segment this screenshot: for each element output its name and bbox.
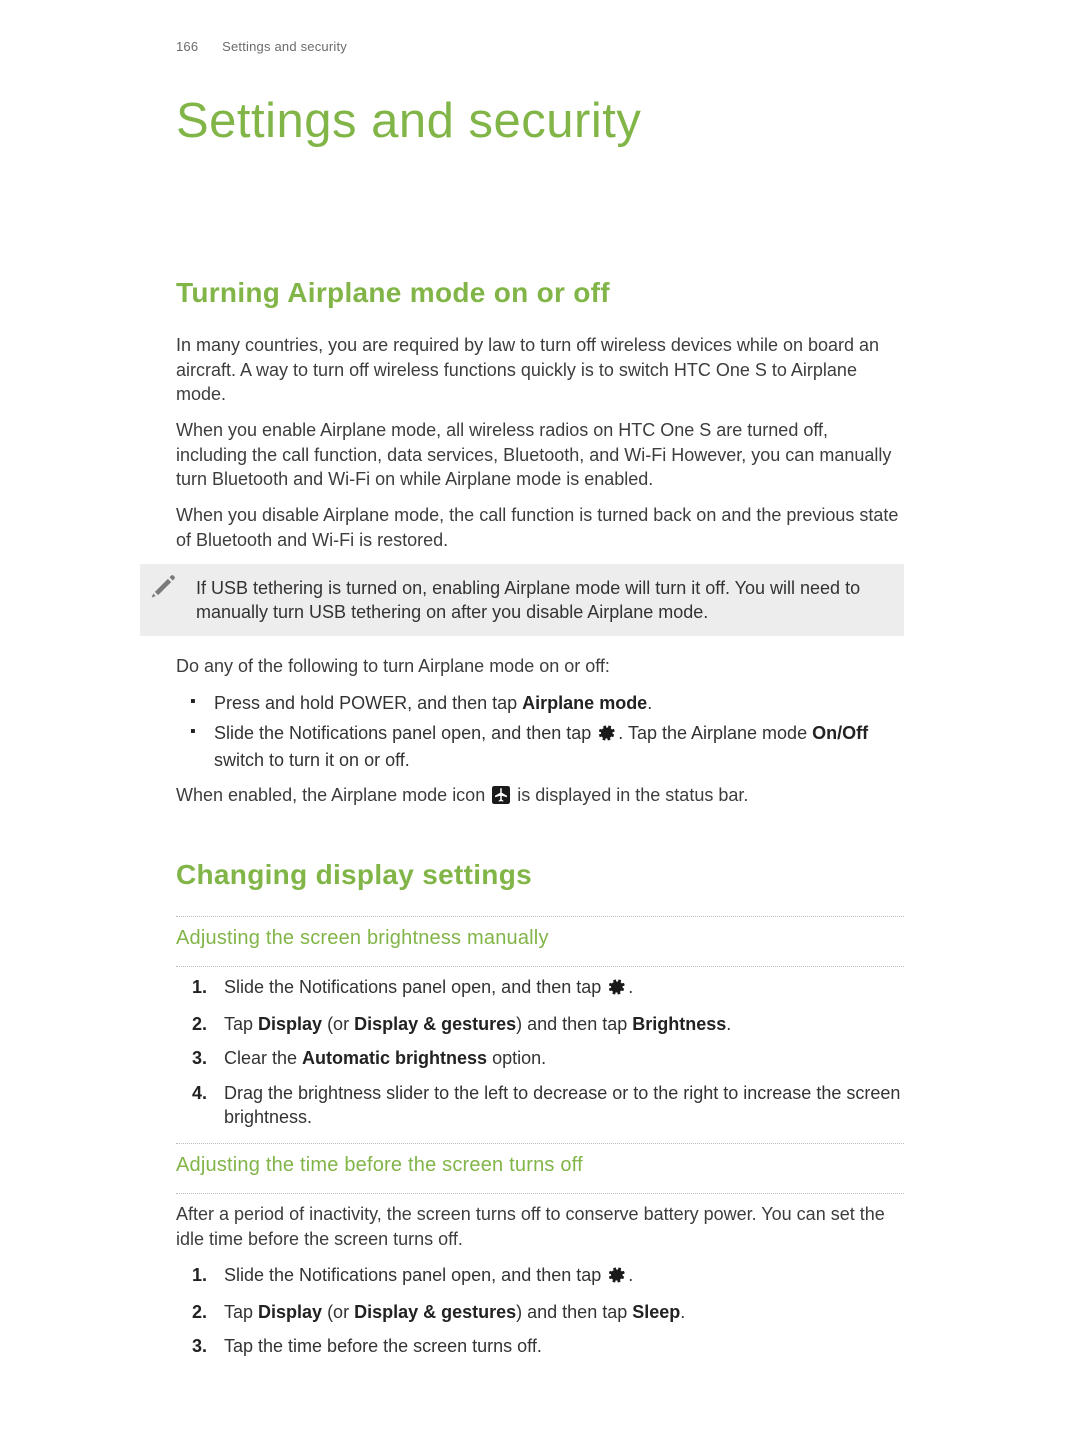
keyword: Automatic brightness xyxy=(302,1048,487,1068)
divider xyxy=(176,1143,904,1144)
running-header: 166 Settings and security xyxy=(176,38,904,56)
running-title: Settings and security xyxy=(222,39,347,54)
page-title: Settings and security xyxy=(176,88,904,154)
section-heading-airplane: Turning Airplane mode on or off xyxy=(176,274,904,312)
keyword: Display xyxy=(258,1014,322,1034)
keyword: Display & gestures xyxy=(354,1014,516,1034)
list-item: Clear the Automatic brightness option. xyxy=(220,1046,904,1070)
paragraph: In many countries, you are required by l… xyxy=(176,333,904,406)
ordered-list: Slide the Notifications panel open, and … xyxy=(176,975,904,1129)
gear-icon xyxy=(598,724,616,748)
list-item: Slide the Notifications panel open, and … xyxy=(220,1263,904,1290)
keyword: Display xyxy=(258,1302,322,1322)
manual-page: 166 Settings and security Settings and s… xyxy=(0,0,1080,1431)
airplane-icon xyxy=(492,786,510,810)
list-item: Tap the time before the screen turns off… xyxy=(220,1334,904,1358)
keyword: On/Off xyxy=(812,723,868,743)
section-heading-display: Changing display settings xyxy=(176,856,904,894)
list-item: Slide the Notifications panel open, and … xyxy=(220,975,904,1002)
bullet-list: Press and hold POWER, and then tap Airpl… xyxy=(176,691,904,773)
list-item: Press and hold POWER, and then tap Airpl… xyxy=(210,691,904,715)
divider xyxy=(176,1193,904,1194)
ordered-list: Slide the Notifications panel open, and … xyxy=(176,1263,904,1359)
paragraph: When you disable Airplane mode, the call… xyxy=(176,503,904,552)
note-box: If USB tethering is turned on, enabling … xyxy=(140,564,904,637)
keyword: Brightness xyxy=(632,1014,726,1034)
paragraph: When enabled, the Airplane mode icon is … xyxy=(176,783,904,810)
paragraph: When you enable Airplane mode, all wirel… xyxy=(176,418,904,491)
subsection-heading-brightness: Adjusting the screen brightness manually xyxy=(176,925,904,952)
divider xyxy=(176,916,904,917)
keyword: Display & gestures xyxy=(354,1302,516,1322)
paragraph: Do any of the following to turn Airplane… xyxy=(176,654,904,678)
note-text: If USB tethering is turned on, enabling … xyxy=(196,578,860,622)
keyword: Sleep xyxy=(632,1302,680,1322)
paragraph: After a period of inactivity, the screen… xyxy=(176,1202,904,1251)
page-number: 166 xyxy=(176,39,198,54)
list-item: Drag the brightness slider to the left t… xyxy=(220,1081,904,1130)
gear-icon xyxy=(608,978,626,1002)
pencil-icon xyxy=(150,574,176,606)
keyword: Airplane mode xyxy=(522,693,647,713)
subsection-heading-sleep: Adjusting the time before the screen tur… xyxy=(176,1152,904,1179)
list-item: Tap Display (or Display & gestures) and … xyxy=(220,1012,904,1036)
gear-icon xyxy=(608,1266,626,1290)
list-item: Slide the Notifications panel open, and … xyxy=(210,721,904,773)
list-item: Tap Display (or Display & gestures) and … xyxy=(220,1300,904,1324)
divider xyxy=(176,966,904,967)
